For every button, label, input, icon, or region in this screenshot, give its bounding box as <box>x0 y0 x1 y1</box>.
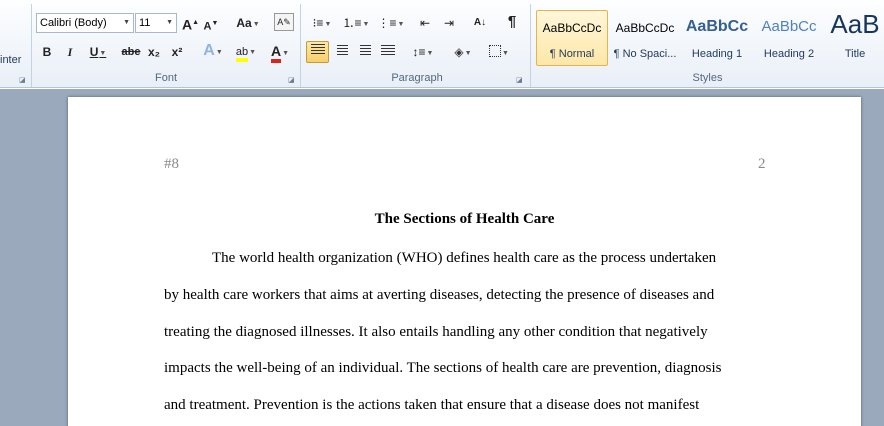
text-effects-button[interactable]: A▼ <box>200 41 226 61</box>
bullets-button[interactable]: ⁝≡▼ <box>309 13 335 33</box>
numbering-button[interactable]: ⒈≡▼ <box>342 13 370 33</box>
shrink-font-button[interactable]: A▼ <box>203 14 219 34</box>
align-center-button[interactable] <box>332 42 352 62</box>
strikethrough-button[interactable]: abe <box>120 42 142 62</box>
italic-button[interactable]: I <box>63 42 77 62</box>
body-line: and treatment. Prevention is the actions… <box>164 397 700 413</box>
clipboard-launcher-icon[interactable]: ◪ <box>19 76 26 84</box>
bullets-icon: ⁝≡ <box>312 16 324 30</box>
font-size-value: 11 <box>139 17 151 29</box>
font-family-combo[interactable]: Calibri (Body) ▼ <box>36 13 134 33</box>
show-marks-button[interactable]: ¶ <box>503 12 521 32</box>
line-spacing-icon: ↕≡ <box>412 45 426 59</box>
style-heading-2[interactable]: AaBbCc Heading 2 <box>753 10 825 66</box>
font-family-value: Calibri (Body) <box>40 17 107 29</box>
format-painter-button[interactable]: inter <box>0 54 21 66</box>
ribbon: inter ◪ Calibri (Body) ▼ 11 ▼ A▲ A▼ Aa▼ … <box>0 0 884 88</box>
header-text: #8 <box>164 156 179 172</box>
highlight-button[interactable]: ab▼ <box>231 42 261 62</box>
styles-gallery: AaBbCcDc ¶ Normal AaBbCcDc ¶ No Spaci...… <box>535 8 884 68</box>
decrease-indent-icon: ⇤ <box>419 16 431 30</box>
style-sample: AaBbCcDc <box>542 21 602 35</box>
font-launcher-icon[interactable]: ◪ <box>288 76 295 84</box>
page-number: 2 <box>758 156 766 172</box>
change-case-button[interactable]: Aa▼ <box>234 13 262 33</box>
document-workspace[interactable]: #8 2 The Sections of Health Care The wor… <box>0 89 884 426</box>
chevron-down-icon: ▼ <box>123 19 130 26</box>
style-name: Title <box>844 48 866 60</box>
font-size-combo[interactable]: 11 ▼ <box>135 13 177 33</box>
grow-font-button[interactable]: A▲ <box>182 13 199 33</box>
align-right-button[interactable] <box>355 42 375 62</box>
paragraph-group-label: Paragraph <box>391 72 443 84</box>
body-line: treating the diagnosed illnesses. It als… <box>164 324 708 340</box>
multilevel-list-button[interactable]: ⋮≡▼ <box>377 13 405 33</box>
paragraph-launcher-icon[interactable]: ◪ <box>516 76 523 84</box>
font-color-button[interactable]: A▼ <box>266 41 294 63</box>
style-sample: AaB <box>830 10 880 39</box>
style-sample: AaBbCcDc <box>615 21 675 35</box>
line-spacing-button[interactable]: ↕≡▼ <box>409 42 437 62</box>
align-left-button[interactable] <box>306 41 329 63</box>
paint-bucket-icon: ◈ <box>454 45 464 59</box>
decrease-indent-button[interactable]: ⇤ <box>416 13 434 33</box>
multilevel-list-icon: ⋮≡ <box>377 16 397 30</box>
style-name: ¶ Normal <box>549 48 595 60</box>
justify-icon <box>381 45 395 57</box>
bold-button[interactable]: B <box>40 42 54 62</box>
style-name: Heading 1 <box>691 48 743 60</box>
style-normal[interactable]: AaBbCcDc ¶ Normal <box>536 10 608 66</box>
superscript-button[interactable]: x² <box>169 42 185 62</box>
increase-indent-button[interactable]: ⇥ <box>440 13 458 33</box>
borders-icon <box>489 45 502 57</box>
style-name: Heading 2 <box>763 48 815 60</box>
font-group-label: Font <box>154 72 177 84</box>
increase-indent-icon: ⇥ <box>443 16 455 30</box>
shading-button[interactable]: ◈▼ <box>449 42 477 62</box>
style-name: ¶ No Spaci... <box>613 48 677 60</box>
align-left-icon <box>310 44 325 56</box>
body-line: The world health organization (WHO) defi… <box>212 250 717 266</box>
numbering-icon: ⒈≡ <box>342 16 362 30</box>
styles-group-label: Styles <box>692 72 723 84</box>
subscript-button[interactable]: x₂ <box>146 42 162 62</box>
borders-button[interactable]: ▼ <box>484 42 514 62</box>
style-title[interactable]: AaB Title <box>825 10 884 66</box>
style-sample: AaBbCc <box>761 18 817 35</box>
underline-button[interactable]: U▼ <box>86 42 110 62</box>
sort-button[interactable]: A↓ <box>470 13 490 33</box>
chevron-down-icon: ▼ <box>166 19 173 26</box>
style-heading-1[interactable]: AaBbCc Heading 1 <box>681 10 753 66</box>
body-line: by health care workers that aims at aver… <box>164 287 715 303</box>
align-right-icon <box>359 45 371 57</box>
document-page[interactable]: #8 2 The Sections of Health Care The wor… <box>68 97 861 426</box>
body-line: impacts the well-being of an individual.… <box>164 360 722 376</box>
align-center-icon <box>336 45 348 57</box>
document-title: The Sections of Health Care <box>374 211 555 227</box>
style-sample: AaBbCc <box>685 18 749 35</box>
justify-button[interactable] <box>378 42 398 62</box>
clear-formatting-icon[interactable]: A✎ <box>274 13 294 31</box>
style-no-spacing[interactable]: AaBbCcDc ¶ No Spaci... <box>609 10 681 66</box>
